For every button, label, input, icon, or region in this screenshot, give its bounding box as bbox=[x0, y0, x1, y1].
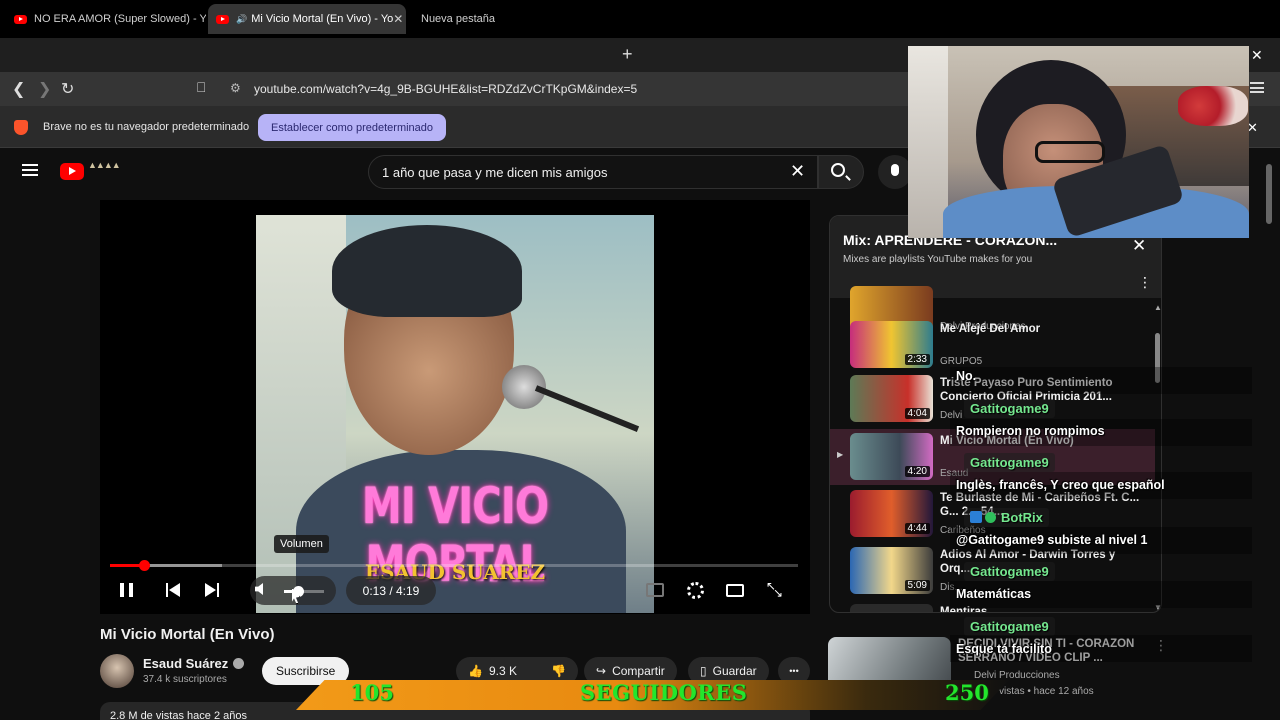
screen: NO ERA AMOR (Super Slowed) - You 🔊 Mi Vi… bbox=[0, 0, 1280, 720]
url-field[interactable]: youtube.com/watch?v=4g_9B-BGUHE&list=RDZ… bbox=[222, 77, 912, 101]
video-frame[interactable]: MI VICIO MORTAL ESAUD SUAREZ bbox=[256, 215, 654, 613]
view-count: 2.8 M de vistas hace 2 años bbox=[110, 710, 247, 720]
chat-username: Gatitogame9 bbox=[964, 562, 1055, 581]
subscriber-count: 37.4 k suscriptores bbox=[143, 674, 227, 685]
share-icon: ↪ bbox=[596, 664, 607, 678]
chat-username: Gatitogame9 bbox=[964, 617, 1055, 636]
playlist-thumbnail[interactable]: 4:44 bbox=[850, 490, 933, 537]
duration-badge: 5:09 bbox=[904, 580, 930, 591]
duration-badge: 4:44 bbox=[904, 523, 930, 534]
channel-name-text[interactable]: Esaud Suárez bbox=[143, 656, 228, 671]
subtitles-icon[interactable] bbox=[646, 583, 664, 597]
bot-badge-icon bbox=[970, 511, 982, 523]
playlist-item[interactable]: 2:33 Me Alejé Del Amor GRUPO5 bbox=[830, 317, 1155, 373]
window-close-icon[interactable]: ✕ bbox=[1251, 47, 1263, 64]
reload-icon[interactable]: ↻ bbox=[61, 79, 74, 99]
hamburger-menu-icon[interactable] bbox=[22, 164, 38, 176]
followers-goal: 250 bbox=[945, 680, 989, 705]
chat-username: Gatitogame9 bbox=[964, 399, 1055, 418]
youtube-logo-icon[interactable] bbox=[60, 163, 84, 180]
previous-icon[interactable] bbox=[166, 583, 180, 597]
clear-search-icon[interactable]: ✕ bbox=[790, 161, 805, 182]
duration-badge: 4:04 bbox=[904, 408, 930, 419]
duration-badge: 4:20 bbox=[904, 466, 930, 477]
playlist-scrollbar[interactable]: ▲ ▼ bbox=[1153, 298, 1161, 612]
search-icon bbox=[831, 163, 845, 177]
set-default-button[interactable]: Establecer como predeterminado bbox=[258, 114, 447, 141]
webcam-person-glasses bbox=[1035, 141, 1105, 163]
chat-username: Gatitogame9 bbox=[964, 453, 1055, 472]
chat-message: Matemáticas bbox=[956, 587, 1032, 601]
page-scrollbar-thumb[interactable] bbox=[1266, 164, 1272, 224]
fullscreen-icon[interactable] bbox=[766, 579, 783, 600]
like-count: 9.3 K bbox=[488, 664, 517, 678]
chat-bot-name: BotRix bbox=[1001, 510, 1043, 525]
bookmark-save-icon: ▯ bbox=[700, 664, 707, 678]
chat-row-bg bbox=[950, 367, 1252, 394]
time-display: 0:13 / 4:19 bbox=[346, 576, 436, 605]
tab-mi-vicio-mortal[interactable]: 🔊 Mi Vicio Mortal (En Vivo) - Yo ✕ bbox=[208, 4, 406, 34]
webcam-background-flowers bbox=[1178, 86, 1248, 126]
video-title: Mi Vicio Mortal (En Vivo) bbox=[100, 626, 275, 643]
thumbs-down-icon[interactable]: 👎 bbox=[551, 664, 566, 678]
verified-bot-icon bbox=[985, 512, 996, 523]
tab-close-icon[interactable]: ✕ bbox=[393, 12, 403, 26]
next-icon[interactable] bbox=[205, 583, 219, 597]
settings-gear-icon[interactable] bbox=[687, 582, 704, 599]
chat-bot-username: BotRix bbox=[964, 508, 1049, 527]
pause-icon[interactable] bbox=[120, 583, 133, 597]
followers-current: 105 bbox=[350, 680, 394, 705]
thumbs-up-icon[interactable]: 👍 bbox=[468, 664, 483, 678]
brave-lion-icon bbox=[14, 120, 28, 135]
share-label: Compartir bbox=[612, 664, 665, 678]
forward-arrow-icon[interactable]: ❯ bbox=[38, 79, 51, 99]
tab-no-era-amor[interactable]: NO ERA AMOR (Super Slowed) - You bbox=[6, 4, 206, 34]
now-playing-icon: ▶ bbox=[837, 450, 844, 459]
chat-message: Rompieron no rompimos bbox=[956, 424, 1105, 438]
theater-mode-icon[interactable] bbox=[726, 584, 744, 597]
infobar-message: Brave no es tu navegador predeterminado bbox=[43, 121, 250, 133]
webcam-overlay bbox=[908, 46, 1249, 238]
playlist-item-channel: GRUPO5 bbox=[940, 356, 983, 367]
playlist-close-icon[interactable]: ✕ bbox=[1132, 236, 1146, 256]
voice-search-icon[interactable] bbox=[878, 155, 912, 189]
verified-icon bbox=[233, 658, 245, 669]
volume-tooltip: Volumen bbox=[274, 535, 329, 553]
playlist-thumbnail[interactable]: 4:20 bbox=[850, 433, 933, 480]
bookmark-icon[interactable]: ⎕ bbox=[197, 79, 205, 96]
channel-name[interactable]: Esaud Suárez bbox=[143, 656, 245, 671]
webcam-background-guitar bbox=[908, 46, 948, 238]
video-singer-cap bbox=[332, 225, 522, 317]
chat-message: Inglès, francês, Y creo que español bbox=[956, 478, 1165, 492]
playlist-item-title[interactable]: Me Alejé Del Amor bbox=[940, 322, 1145, 336]
video-mic-stand bbox=[534, 385, 640, 432]
page-scrollbar[interactable] bbox=[1263, 152, 1275, 720]
youtube-doodle-icon[interactable]: ▲▲▲▲ bbox=[88, 160, 128, 180]
youtube-favicon-icon bbox=[216, 14, 229, 24]
playlist-thumbnail[interactable]: 5:09 bbox=[850, 547, 933, 594]
chat-message: @Gatitogame9 subiste al nivel 1 bbox=[956, 533, 1148, 547]
chat-message: No. bbox=[956, 369, 977, 383]
youtube-favicon-icon bbox=[14, 14, 27, 24]
playlist-thumbnail[interactable]: 2:33 bbox=[850, 321, 933, 368]
browser-menu-icon[interactable] bbox=[1250, 82, 1264, 93]
chat-message: Esque tá facilito bbox=[956, 642, 1052, 656]
new-tab-button[interactable]: + bbox=[622, 44, 633, 65]
playlist-subtitle: Mixes are playlists YouTube makes for yo… bbox=[843, 254, 1033, 265]
tab-nueva-pestana[interactable]: Nueva pestaña bbox=[413, 4, 613, 34]
playlist-thumbnail[interactable] bbox=[850, 604, 933, 612]
speaker-icon: 🔊 bbox=[236, 13, 248, 24]
tab-title: Mi Vicio Mortal (En Vivo) - Yo bbox=[251, 13, 394, 25]
back-arrow-icon[interactable]: ❮ bbox=[12, 79, 25, 99]
duration-badge: 2:33 bbox=[904, 354, 930, 365]
tab-title: Nueva pestaña bbox=[421, 13, 495, 25]
followers-label: SEGUIDORES bbox=[580, 680, 748, 705]
search-input[interactable]: 1 año que pasa y me dicen mis amigos bbox=[368, 155, 818, 189]
scroll-up-icon[interactable]: ▲ bbox=[1154, 303, 1161, 312]
playlist-thumbnail[interactable]: 4:04 bbox=[850, 375, 933, 422]
save-label: Guardar bbox=[712, 664, 757, 678]
tab-title: NO ERA AMOR (Super Slowed) - You bbox=[34, 13, 206, 25]
channel-avatar[interactable] bbox=[100, 654, 134, 688]
